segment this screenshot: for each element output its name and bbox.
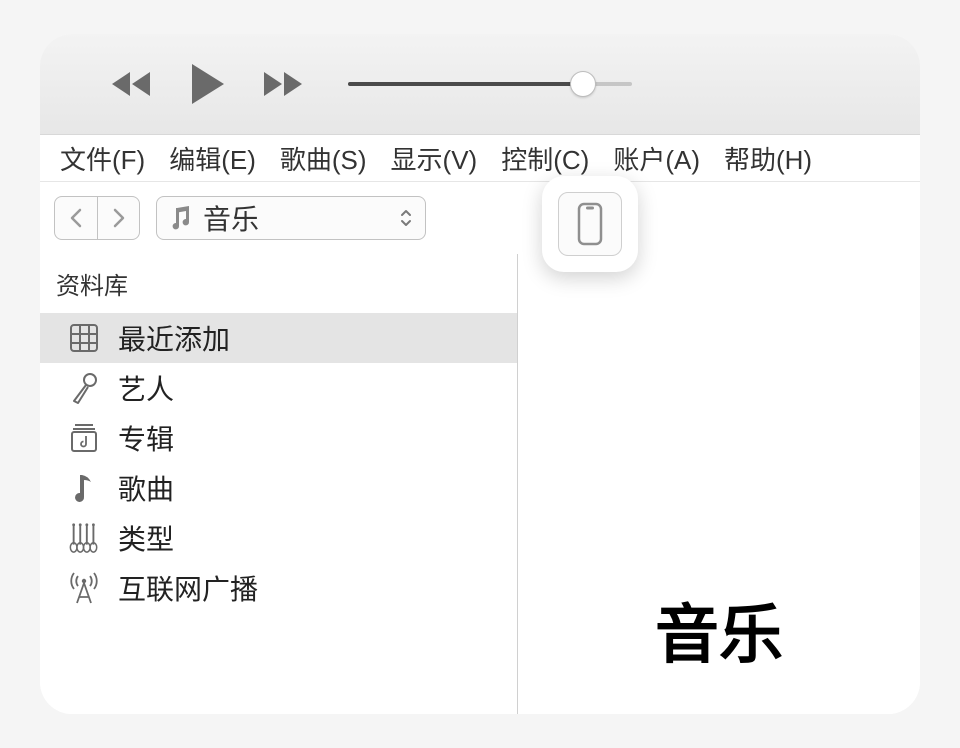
menu-account[interactable]: 账户(A) (613, 140, 700, 177)
body-split: 资料库 最近添加 艺人 专辑 (40, 254, 920, 714)
app-window: 文件(F) 编辑(E) 歌曲(S) 显示(V) 控制(C) 账户(A) 帮助(H… (40, 34, 920, 714)
sidebar-item-songs[interactable]: 歌曲 (40, 463, 517, 513)
menu-file[interactable]: 文件(F) (60, 140, 145, 177)
nav-back-forward (54, 196, 140, 240)
rewind-button[interactable] (110, 69, 156, 99)
radio-tower-icon (68, 572, 100, 604)
menu-song[interactable]: 歌曲(S) (280, 140, 367, 177)
chevron-up-down-icon (399, 207, 413, 229)
sidebar-item-recently-added[interactable]: 最近添加 (40, 313, 517, 363)
media-picker-label: 音乐 (203, 198, 259, 238)
sidebar-item-albums[interactable]: 专辑 (40, 413, 517, 463)
media-picker[interactable]: 音乐 (156, 196, 426, 240)
sidebar-item-genres[interactable]: 类型 (40, 513, 517, 563)
volume-knob-icon[interactable] (570, 71, 596, 97)
sidebar-item-label: 专辑 (118, 418, 174, 458)
album-icon (68, 422, 100, 454)
guitar-icon (68, 522, 100, 554)
microphone-icon (68, 372, 100, 404)
device-button-card (542, 176, 638, 272)
menu-view[interactable]: 显示(V) (391, 140, 478, 177)
nav-forward-button[interactable] (97, 197, 139, 239)
menu-control[interactable]: 控制(C) (501, 140, 589, 177)
sidebar-item-label: 艺人 (118, 368, 174, 408)
sidebar-item-label: 最近添加 (118, 318, 230, 358)
menu-bar: 文件(F) 编辑(E) 歌曲(S) 显示(V) 控制(C) 账户(A) 帮助(H… (40, 134, 920, 182)
sidebar-item-artists[interactable]: 艺人 (40, 363, 517, 413)
note-icon (68, 472, 100, 504)
play-button[interactable] (188, 62, 228, 106)
sidebar-section-header: 资料库 (40, 254, 517, 313)
sidebar-item-label: 歌曲 (118, 468, 174, 508)
grid-icon (68, 322, 100, 354)
menu-edit[interactable]: 编辑(E) (169, 140, 256, 177)
fast-forward-button[interactable] (260, 69, 306, 99)
sidebar-item-label: 互联网广播 (118, 568, 258, 608)
nav-back-button[interactable] (55, 197, 97, 239)
main-pane: 音乐 (518, 254, 920, 714)
main-title: 音乐 (655, 584, 783, 676)
volume-slider[interactable] (348, 82, 632, 86)
playback-bar (40, 34, 920, 134)
sidebar: 资料库 最近添加 艺人 专辑 (40, 254, 518, 714)
iphone-icon (576, 202, 604, 246)
note-icon (169, 205, 191, 231)
sidebar-item-label: 类型 (118, 518, 174, 558)
sidebar-item-internet-radio[interactable]: 互联网广播 (40, 563, 517, 613)
toolbar: 音乐 (40, 182, 920, 254)
menu-help[interactable]: 帮助(H) (724, 140, 812, 177)
device-button[interactable] (558, 192, 622, 256)
